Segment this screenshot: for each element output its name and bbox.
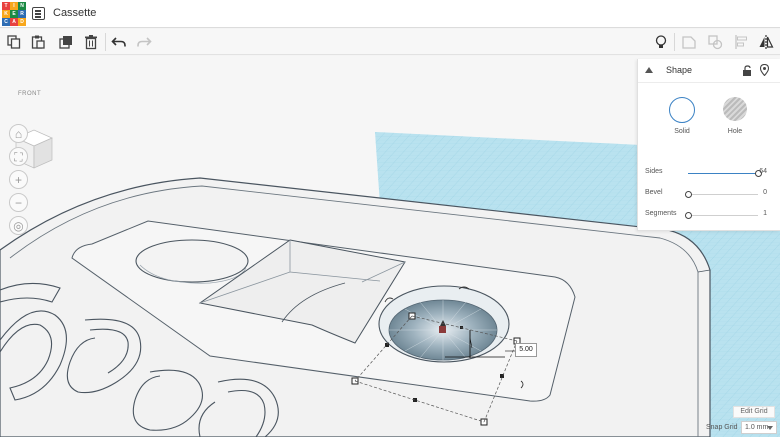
hole-button[interactable] — [723, 97, 747, 121]
solid-label: Solid — [674, 128, 690, 135]
logo-tile: A — [10, 18, 18, 26]
left-reel-window — [135, 239, 249, 283]
duplicate-icon[interactable] — [56, 32, 76, 52]
sides-value[interactable]: 64 — [759, 168, 767, 175]
logo-tile: K — [2, 10, 10, 18]
segments-property-row: Segments 1 — [638, 209, 780, 223]
hole-label: Hole — [727, 128, 743, 135]
home-view-button[interactable]: ⌂ — [9, 124, 28, 143]
collapse-arrow-icon[interactable] — [645, 67, 653, 73]
bevel-property-row: Bevel 0 — [638, 188, 780, 202]
logo-tile: N — [18, 2, 26, 10]
sides-slider[interactable] — [688, 170, 762, 177]
segments-label: Segments — [645, 210, 677, 217]
redo-icon[interactable] — [134, 32, 154, 52]
snap-grid-select[interactable]: 1.0 mm — [741, 421, 777, 434]
trash-icon[interactable] — [81, 32, 101, 52]
paste-icon[interactable] — [28, 32, 48, 52]
bevel-label: Bevel — [645, 189, 663, 196]
sides-label: Sides — [645, 168, 663, 175]
visibility-bulb-icon[interactable] — [760, 64, 769, 76]
fit-view-button[interactable]: ⛶ — [9, 147, 28, 166]
bevel-slider[interactable] — [685, 191, 758, 198]
logo-tile: D — [18, 18, 26, 26]
ortho-view-button[interactable]: ◎ — [9, 216, 28, 235]
logo-tile: R — [18, 10, 26, 18]
lock-icon[interactable] — [742, 65, 752, 76]
view-cube-front-label: FRONT — [18, 91, 42, 97]
ungroup-icon[interactable] — [705, 32, 725, 52]
design-menu-icon[interactable] — [32, 7, 45, 20]
tinkercad-logo[interactable]: TINKERCAD — [2, 2, 26, 26]
undo-icon[interactable] — [109, 32, 129, 52]
segments-value[interactable]: 1 — [763, 210, 767, 217]
mirror-icon[interactable] — [756, 32, 776, 52]
snap-grid-label: Snap Grid — [706, 424, 738, 431]
logo-tile: T — [2, 2, 10, 10]
logo-tile: I — [10, 2, 18, 10]
bevel-slider-knob[interactable] — [685, 191, 692, 198]
design-title[interactable]: Cassette — [53, 7, 96, 19]
zoom-out-button[interactable]: − — [9, 193, 28, 212]
segments-slider[interactable] — [685, 212, 758, 219]
logo-tile: E — [10, 10, 18, 18]
shape-inspector-panel: Shape Solid Hole Sides 64 Bevel 0 Segmen… — [637, 59, 780, 231]
segments-slider-knob[interactable] — [685, 212, 692, 219]
bevel-value[interactable]: 0 — [763, 189, 767, 196]
shape-panel-header: Shape — [638, 59, 780, 83]
logo-tile: C — [2, 18, 10, 26]
lightbulb-icon[interactable] — [651, 32, 671, 52]
group-icon[interactable] — [679, 32, 699, 52]
edit-toolbar — [0, 29, 780, 55]
dimension-input[interactable]: 5.00 — [515, 343, 537, 357]
zoom-in-button[interactable]: + — [9, 170, 28, 189]
copy-icon[interactable] — [4, 32, 24, 52]
top-bar: TINKERCAD Cassette — [0, 0, 780, 28]
align-icon[interactable] — [731, 32, 751, 52]
edit-grid-button[interactable]: Edit Grid — [733, 406, 775, 418]
shape-panel-title: Shape — [666, 65, 693, 75]
sides-property-row: Sides 64 — [638, 167, 780, 181]
solid-color-button[interactable] — [669, 97, 695, 123]
